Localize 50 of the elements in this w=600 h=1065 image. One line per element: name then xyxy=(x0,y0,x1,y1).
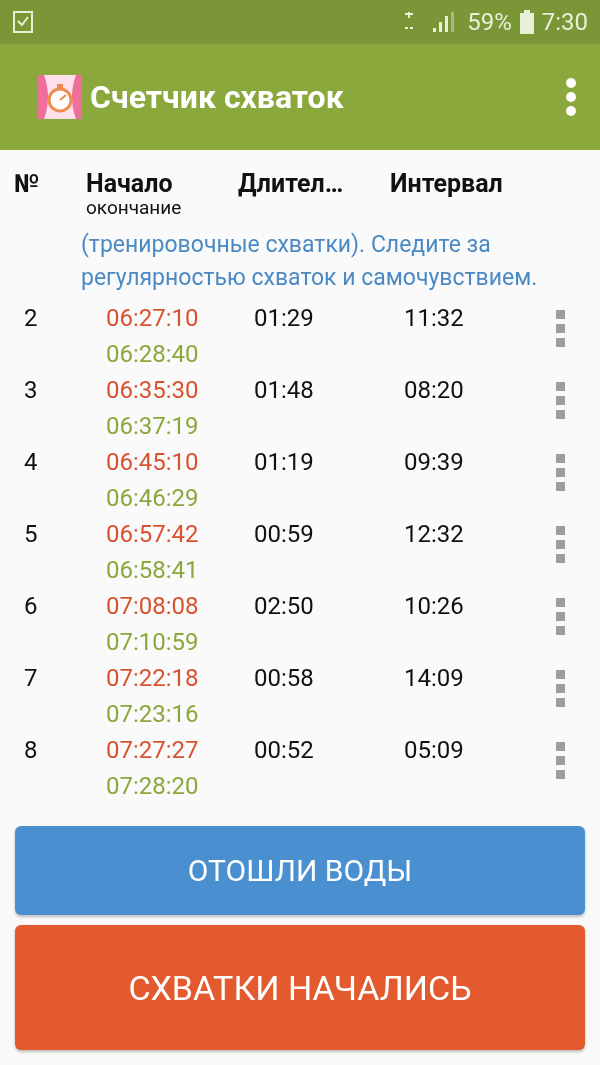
column-header: Длител… xyxy=(238,170,344,198)
row-number: 2 xyxy=(24,303,38,334)
duration-cell-text: 01:19 xyxy=(254,447,314,478)
end-time: 07:10:59 xyxy=(106,627,199,658)
row-number: 7 xyxy=(24,663,38,694)
interval-cell-text: 11:32 xyxy=(404,303,464,334)
battery-percent: 59% xyxy=(467,8,512,36)
end-time: 06:46:29 xyxy=(106,483,199,514)
end-time: 06:28:40 xyxy=(106,339,199,370)
stopwatch-icon xyxy=(38,75,82,119)
start-time: 07:22:18 xyxy=(106,663,199,694)
row-number: 3 xyxy=(24,375,38,406)
row-number: 5 xyxy=(24,519,38,550)
interval-cell-text: 09:39 xyxy=(404,447,464,478)
more-menu-icon[interactable] xyxy=(564,77,578,117)
end-time: 07:23:16 xyxy=(106,699,199,730)
start-time: 07:08:08 xyxy=(106,591,199,622)
duration-cell-text: 01:29 xyxy=(254,303,314,334)
column-header: Начало xyxy=(86,170,173,198)
start-time: 07:27:27 xyxy=(106,735,199,766)
column-subheader: окончание xyxy=(86,198,182,218)
start-time: 06:57:42 xyxy=(106,519,199,550)
app-title: Счетчик схваток xyxy=(90,78,345,116)
interval-cell-text: 10:26 xyxy=(404,591,464,622)
row-number: 6 xyxy=(24,591,38,622)
action-button[interactable]: СХВАТКИ НАЧАЛИСЬ xyxy=(15,925,585,1050)
column-header: Интервал xyxy=(390,170,503,198)
duration-cell-text: 00:59 xyxy=(254,519,314,550)
duration-cell-text: 00:52 xyxy=(254,735,314,766)
interval-cell-text: 05:09 xyxy=(404,735,464,766)
duration-cell-text: 00:58 xyxy=(254,663,314,694)
interval-cell-text: 08:20 xyxy=(404,375,464,406)
duration-cell-text: 02:50 xyxy=(254,591,314,622)
end-time: 07:28:20 xyxy=(106,771,199,802)
hint-text: (тренировочные схватки). Следите за регулярностью схваток и самочувствием. xyxy=(81,230,539,293)
checklist-icon xyxy=(12,10,34,34)
duration-cell-text: 01:48 xyxy=(254,375,314,406)
interval-cell-text: 14:09 xyxy=(404,663,464,694)
end-time: 06:37:19 xyxy=(106,411,199,442)
action-button[interactable]: ОТОШЛИ ВОДЫ xyxy=(15,826,585,915)
battery-icon xyxy=(519,10,534,34)
column-header: № xyxy=(14,170,40,198)
start-time: 06:45:10 xyxy=(106,447,199,478)
start-time: 06:35:30 xyxy=(106,375,199,406)
end-time: 06:58:41 xyxy=(106,555,199,586)
row-number: 4 xyxy=(24,447,38,478)
interval-cell-text: 12:32 xyxy=(404,519,464,550)
row-number: 8 xyxy=(24,735,38,766)
clock: 7:30 xyxy=(541,8,588,36)
start-time: 06:27:10 xyxy=(106,303,199,334)
